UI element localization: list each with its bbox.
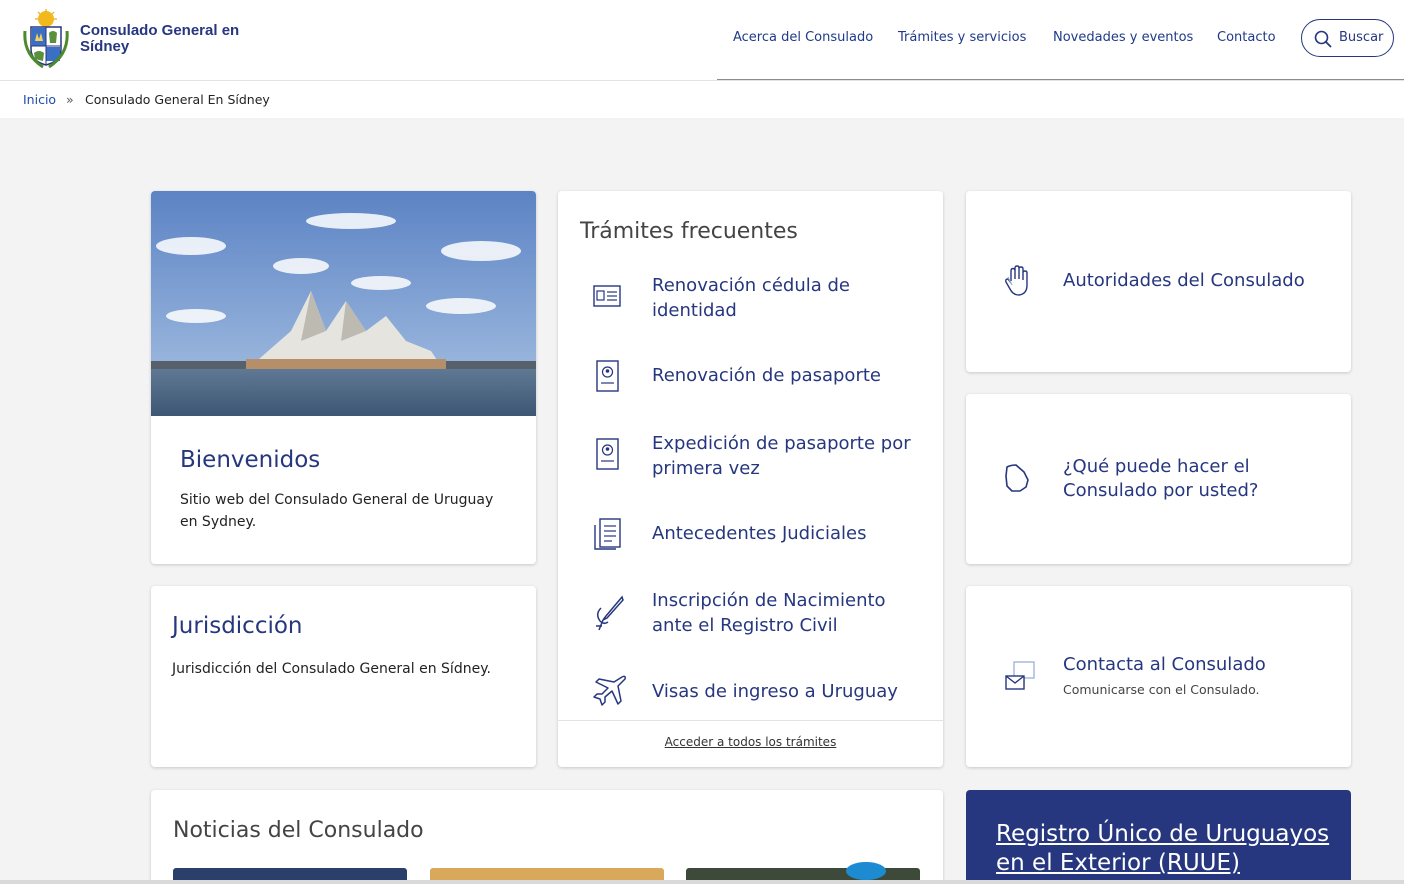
welcome-card[interactable]: Bienvenidos Sitio web del Consulado Gene…: [151, 191, 536, 564]
site-header: Consulado General en Sídney Acerca del C…: [0, 0, 1404, 81]
breadcrumb-home-link[interactable]: Inicio: [23, 92, 56, 107]
authorities-label: Autoridades del Consulado: [1063, 270, 1305, 291]
jurisdiction-title: Jurisdicción: [172, 613, 303, 639]
jurisdiction-text: Jurisdicción del Consulado General en Sí…: [172, 661, 491, 677]
document-list-icon: [594, 518, 621, 550]
ruue-card: Registro Único de Uruguayos en el Exteri…: [966, 790, 1351, 884]
airplane-icon: [593, 675, 626, 706]
tramite-renovacion-cedula[interactable]: Renovación cédula de identidad: [558, 273, 943, 333]
tramite-antecedentes-judiciales[interactable]: Antecedentes Judiciales: [558, 515, 943, 575]
news-badge: [846, 862, 886, 880]
nav-tramites-y-servicios[interactable]: Trámites y servicios: [898, 30, 1026, 45]
id-card-icon: [593, 285, 621, 307]
tramite-inscripcion-nacimiento[interactable]: Inscripción de Nacimiento ante el Regist…: [558, 588, 943, 648]
what-can-consulate-do-card[interactable]: ¿Qué puede hacer el Consulado por usted?: [966, 394, 1351, 564]
uruguay-map-icon: [1005, 464, 1029, 492]
tramite-renovacion-pasaporte[interactable]: Renovación de pasaporte: [558, 357, 943, 417]
contact-consulate-subtitle: Comunicarse con el Consulado.: [1063, 682, 1260, 697]
news-title: Noticias del Consulado: [173, 818, 424, 843]
tramites-footer: Acceder a todos los trámites: [558, 720, 943, 767]
all-tramites-link[interactable]: Acceder a todos los trámites: [558, 735, 943, 749]
contact-consulate-label: Contacta al Consulado: [1063, 654, 1266, 675]
nav-acerca-del-consulado[interactable]: Acerca del Consulado: [733, 30, 873, 45]
welcome-text: Sitio web del Consulado General de Urugu…: [180, 492, 494, 530]
breadcrumb: Inicio » Consulado General En Sídney: [0, 81, 1404, 118]
search-icon: [1314, 30, 1332, 48]
passport-icon: [596, 438, 619, 470]
nav-divider: [717, 79, 1404, 80]
tramite-label: Renovación de pasaporte: [652, 365, 881, 386]
tramite-label: Visas de ingreso a Uruguay: [652, 681, 898, 702]
passport-icon: [596, 360, 619, 392]
tramite-label: Inscripción de Nacimiento ante el Regist…: [652, 590, 886, 636]
news-card: Noticias del Consulado: [151, 790, 943, 884]
ruue-link[interactable]: Registro Único de Uruguayos en el Exteri…: [996, 820, 1336, 878]
welcome-title: Bienvenidos: [180, 447, 321, 473]
envelope-screen-icon: [1005, 661, 1035, 690]
breadcrumb-current: Consulado General En Sídney: [85, 92, 270, 107]
authorities-card[interactable]: Autoridades del Consulado: [966, 191, 1351, 372]
tramite-label: Renovación cédula de identidad: [652, 275, 850, 321]
tramite-expedicion-pasaporte[interactable]: Expedición de pasaporte por primera vez: [558, 431, 943, 491]
jurisdiction-card[interactable]: Jurisdicción Jurisdicción del Consulado …: [151, 586, 536, 767]
nav-contacto[interactable]: Contacto: [1217, 30, 1276, 45]
tramites-title: Trámites frecuentes: [580, 219, 798, 244]
main-nav: Acerca del Consulado Trámites y servicio…: [0, 30, 1404, 50]
search-button-label: Buscar: [1339, 30, 1384, 45]
what-can-consulate-do-label: ¿Qué puede hacer el Consulado por usted?: [1063, 456, 1259, 501]
contact-consulate-card[interactable]: Contacta al Consulado Comunicarse con el…: [966, 586, 1351, 767]
search-button[interactable]: Buscar: [1301, 19, 1394, 57]
raised-hand-icon: [1005, 265, 1028, 296]
horizontal-scrollbar[interactable]: [0, 880, 1404, 884]
breadcrumb-separator: »: [66, 92, 74, 107]
nav-novedades-y-eventos[interactable]: Novedades y eventos: [1053, 30, 1193, 45]
tramites-frecuentes-card: Trámites frecuentes Renovación cédula de…: [558, 191, 943, 767]
sydney-opera-house-image: [151, 191, 536, 416]
tramite-label: Antecedentes Judiciales: [652, 523, 867, 544]
pen-signature-icon: [596, 595, 624, 631]
tramite-label: Expedición de pasaporte por primera vez: [652, 433, 911, 479]
